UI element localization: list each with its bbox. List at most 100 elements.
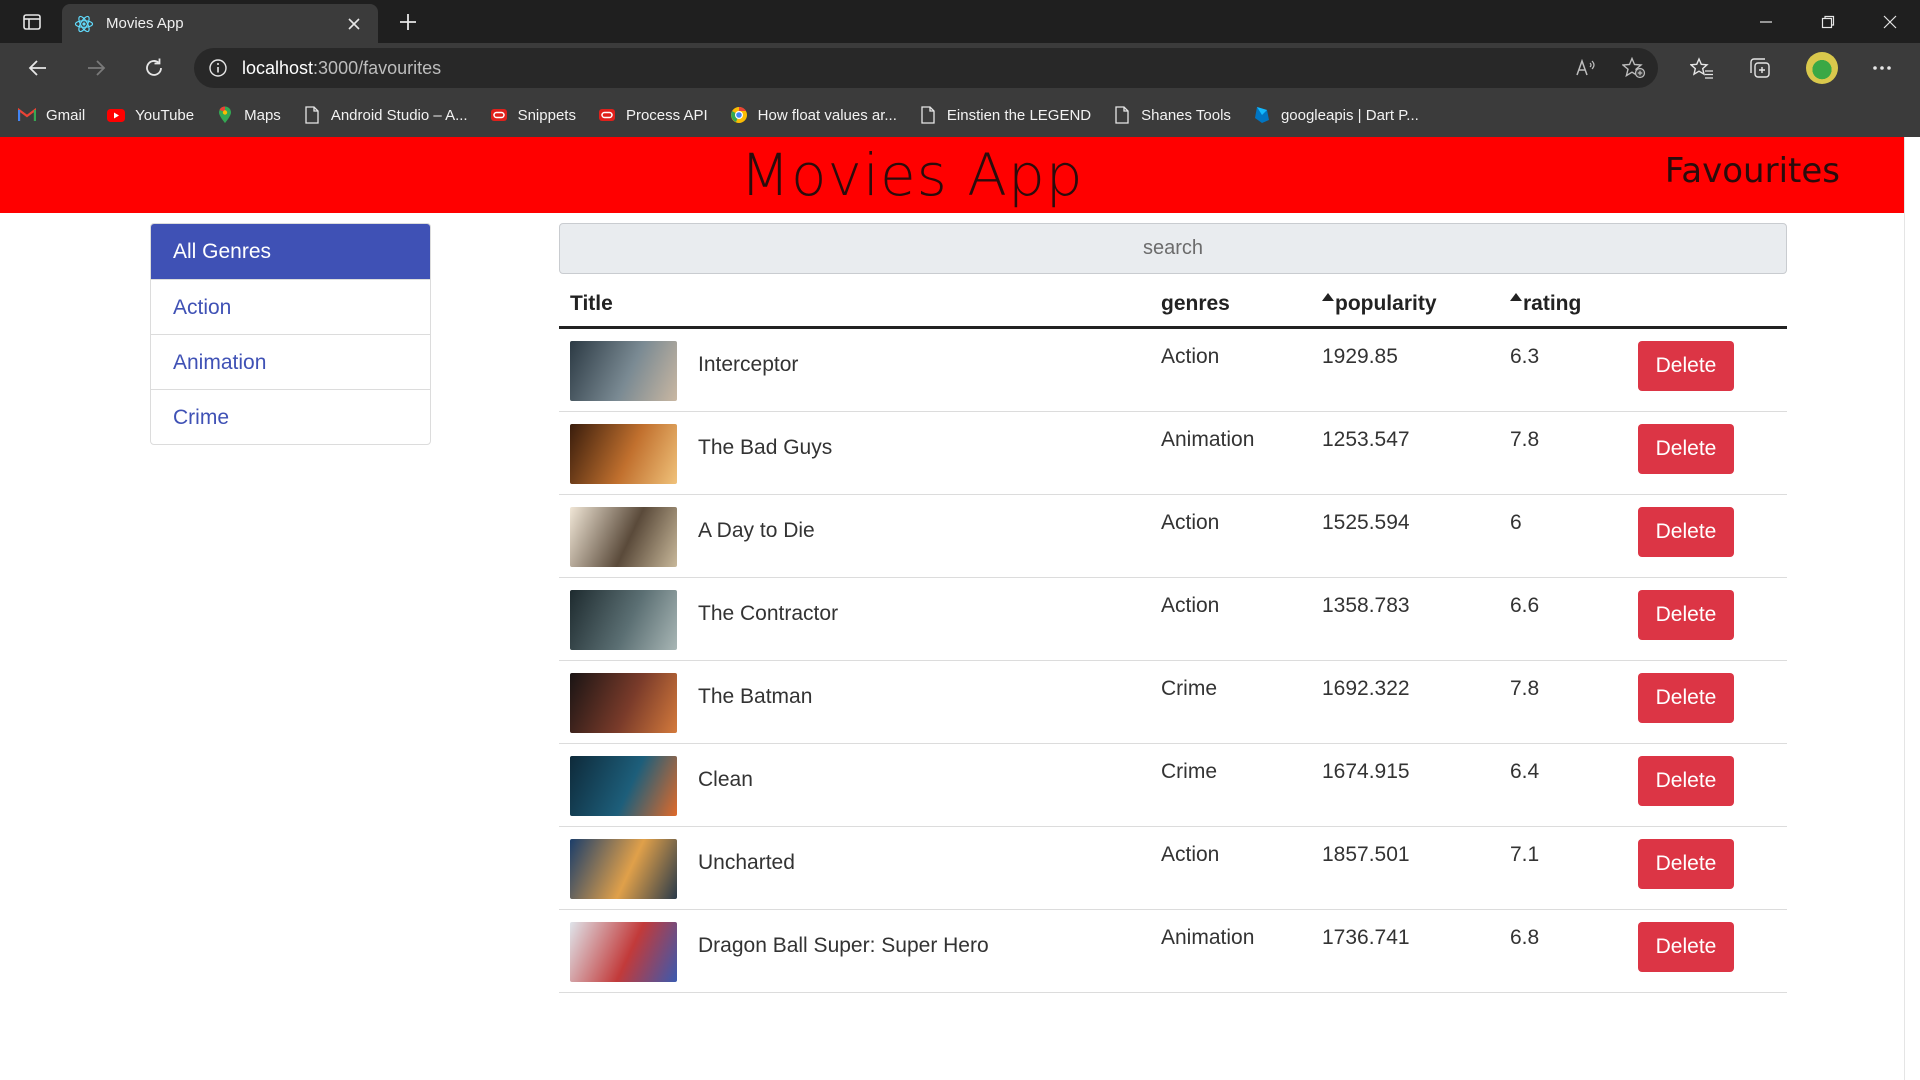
close-window-button[interactable] bbox=[1860, 0, 1919, 43]
forward-button[interactable] bbox=[76, 48, 116, 88]
add-favorite-icon[interactable] bbox=[1610, 48, 1658, 88]
table-row: The Contractor Action 1358.783 6.6 Delet… bbox=[559, 578, 1787, 661]
minimize-button[interactable] bbox=[1736, 0, 1795, 43]
scrollbar[interactable] bbox=[1904, 137, 1920, 1080]
movie-title: A Day to Die bbox=[698, 519, 815, 542]
youtube-icon bbox=[107, 106, 126, 124]
movie-rating: 6.3 bbox=[1510, 345, 1540, 368]
delete-button[interactable]: Delete bbox=[1638, 673, 1734, 723]
bookmark-label: googleapis | Dart P... bbox=[1280, 106, 1419, 124]
bookmark-android-studio[interactable]: Android Studio – A... bbox=[303, 106, 468, 124]
bookmark-googleapis[interactable]: googleapis | Dart P... bbox=[1253, 106, 1419, 124]
movie-rating: 6 bbox=[1510, 511, 1522, 534]
movie-poster bbox=[570, 341, 677, 401]
bookmark-shanes-tools[interactable]: Shanes Tools bbox=[1113, 106, 1231, 124]
close-tab-button[interactable] bbox=[342, 12, 366, 36]
tab-actions-icon bbox=[23, 13, 41, 30]
delete-button[interactable]: Delete bbox=[1638, 922, 1734, 972]
movie-title: The Batman bbox=[698, 685, 813, 708]
bookmark-label: Shanes Tools bbox=[1141, 106, 1231, 124]
page-icon bbox=[919, 106, 937, 124]
oracle-icon bbox=[490, 106, 508, 124]
restore-icon bbox=[1821, 15, 1834, 28]
table-row: The Bad Guys Animation 1253.547 7.8 Dele… bbox=[559, 412, 1787, 495]
table-row: Interceptor Action 1929.85 6.3 Delete bbox=[559, 329, 1787, 412]
delete-button[interactable]: Delete bbox=[1638, 507, 1734, 557]
movie-popularity: 1929.85 bbox=[1322, 345, 1398, 368]
refresh-button[interactable] bbox=[134, 48, 174, 88]
movie-popularity: 1857.501 bbox=[1322, 843, 1410, 866]
browser-toolbar: localhost:3000/favourites bbox=[0, 43, 1920, 93]
movie-title: Uncharted bbox=[698, 851, 795, 874]
bookmark-label: Snippets bbox=[517, 106, 576, 124]
genre-item-crime[interactable]: Crime bbox=[151, 389, 430, 444]
movie-rating: 7.1 bbox=[1510, 843, 1540, 866]
address-bar[interactable]: localhost:3000/favourites bbox=[194, 48, 1658, 88]
bookmark-einstien[interactable]: Einstien the LEGEND bbox=[919, 106, 1091, 124]
dart-icon bbox=[1253, 106, 1271, 124]
favourites-link[interactable]: Favourites bbox=[1665, 137, 1840, 213]
refresh-icon bbox=[146, 58, 162, 76]
genre-item-all[interactable]: All Genres bbox=[151, 224, 430, 279]
delete-button[interactable]: Delete bbox=[1638, 590, 1734, 640]
tab-actions-button[interactable] bbox=[4, 0, 60, 43]
sort-up-icon bbox=[1510, 293, 1522, 301]
app-header: Movies App Favourites bbox=[0, 137, 1904, 213]
movie-genre: Action bbox=[1161, 511, 1220, 534]
page-title: Movies App bbox=[740, 141, 1084, 209]
column-header-rating: rating bbox=[1523, 292, 1582, 315]
movie-poster bbox=[570, 673, 677, 733]
movie-poster bbox=[570, 922, 677, 982]
table-row: Dragon Ball Super: Super Hero Animation … bbox=[559, 910, 1787, 993]
minimize-icon bbox=[1759, 20, 1772, 23]
delete-button[interactable]: Delete bbox=[1638, 839, 1734, 889]
gmail-icon bbox=[18, 106, 36, 124]
close-icon bbox=[1883, 15, 1896, 28]
delete-button[interactable]: Delete bbox=[1638, 756, 1734, 806]
bookmark-process-api[interactable]: Process API bbox=[598, 106, 708, 124]
favorites-button[interactable] bbox=[1680, 48, 1724, 88]
search-input[interactable]: search bbox=[559, 223, 1787, 274]
column-header-genres: genres bbox=[1161, 292, 1230, 315]
genre-item-action[interactable]: Action bbox=[151, 279, 430, 334]
plus-icon bbox=[400, 14, 416, 30]
movie-genre: Action bbox=[1161, 345, 1220, 368]
restore-button[interactable] bbox=[1798, 0, 1857, 43]
delete-button[interactable]: Delete bbox=[1638, 424, 1734, 474]
collections-icon bbox=[1750, 58, 1770, 78]
movie-title: Interceptor bbox=[698, 353, 799, 376]
react-icon bbox=[74, 15, 94, 32]
oracle-icon bbox=[598, 106, 616, 124]
genre-item-animation[interactable]: Animation bbox=[151, 334, 430, 389]
column-header-popularity: popularity bbox=[1335, 292, 1437, 315]
url-path: :3000/favourites bbox=[313, 57, 442, 78]
page-icon bbox=[303, 106, 321, 124]
bookmark-float-values[interactable]: How float values ar... bbox=[730, 106, 897, 124]
movie-popularity: 1358.783 bbox=[1322, 594, 1410, 617]
profile-button[interactable] bbox=[1800, 48, 1844, 88]
sort-popularity-button[interactable]: popularity bbox=[1322, 282, 1437, 326]
bookmark-gmail[interactable]: Gmail bbox=[18, 106, 85, 124]
bookmark-label: Android Studio – A... bbox=[330, 106, 468, 124]
new-tab-button[interactable] bbox=[392, 6, 424, 38]
movie-genre: Animation bbox=[1161, 428, 1255, 451]
delete-button[interactable]: Delete bbox=[1638, 341, 1734, 391]
settings-menu-button[interactable] bbox=[1860, 48, 1904, 88]
sort-rating-button[interactable]: rating bbox=[1510, 282, 1581, 326]
collections-button[interactable] bbox=[1738, 48, 1782, 88]
site-info-icon[interactable] bbox=[194, 58, 242, 78]
tab-movies-app[interactable]: Movies App bbox=[62, 4, 378, 43]
bookmark-label: YouTube bbox=[135, 106, 195, 124]
url-host: localhost bbox=[242, 57, 314, 78]
bookmark-label: Maps bbox=[244, 106, 281, 124]
bookmark-maps[interactable]: Maps bbox=[216, 106, 281, 124]
movie-popularity: 1253.547 bbox=[1322, 428, 1410, 451]
bookmark-label: Gmail bbox=[46, 106, 86, 124]
back-button[interactable] bbox=[18, 48, 58, 88]
movie-poster bbox=[570, 424, 677, 484]
favorites-star-icon bbox=[1690, 57, 1713, 79]
bookmark-snippets[interactable]: Snippets bbox=[490, 106, 576, 124]
bookmark-youtube[interactable]: YouTube bbox=[107, 106, 194, 124]
back-arrow-icon bbox=[28, 60, 46, 76]
read-aloud-icon[interactable] bbox=[1562, 48, 1610, 88]
